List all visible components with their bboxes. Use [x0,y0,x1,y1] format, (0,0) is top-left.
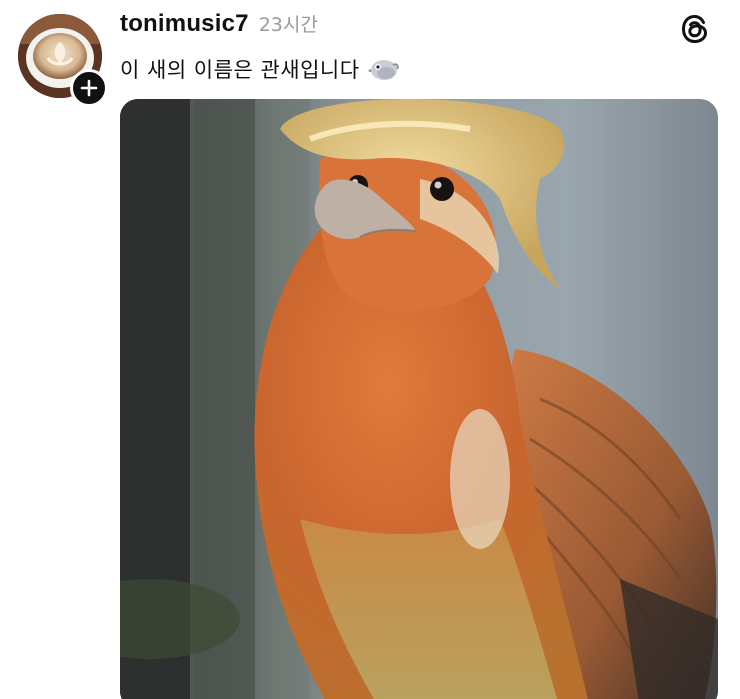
post-image[interactable] [120,99,718,699]
plus-icon [80,79,98,97]
threads-logo-icon[interactable] [678,12,712,46]
bird-photo [120,99,718,699]
caption-text: 이 새의 이름은 관새입니다 [120,58,360,82]
follow-button[interactable] [70,69,108,107]
threads-post: tonimusic7 23시간 이 새의 이름은 관새입니다 [0,0,740,699]
post-caption: 이 새의 이름은 관새입니다 [120,54,400,84]
username[interactable]: tonimusic7 [120,10,249,38]
post-header: tonimusic7 23시간 [120,10,318,38]
timestamp: 23시간 [258,14,318,36]
bird-emoji-icon [367,55,400,83]
